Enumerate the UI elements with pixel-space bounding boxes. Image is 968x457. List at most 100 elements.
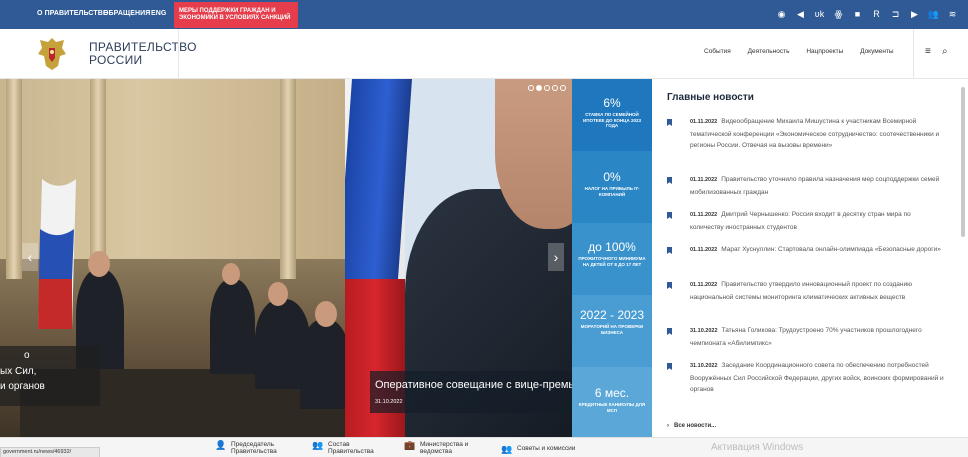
vk-icon[interactable]: ʋk [810, 7, 829, 21]
nav-events[interactable]: События [704, 48, 731, 55]
camera-icon[interactable]: ◉ [772, 7, 791, 21]
about-government-link[interactable]: О ПРАВИТЕЛЬСТВЕ [37, 10, 108, 17]
stat-inspection-moratorium[interactable]: 2022 - 2023 МОРАТОРИЙ НА ПРОВЕРКИ БИЗНЕС… [572, 295, 652, 367]
government-members-link[interactable]: 👥 Состав Правительства [312, 441, 374, 456]
rss-icon[interactable]: ≋ [943, 7, 962, 21]
caption-line: и органов [0, 381, 45, 392]
person-icon: 👤 [215, 440, 227, 450]
stat-label: СТАВКА ПО СЕМЕЙНОЙ ИПОТЕКЕ ДО КОНЦА 2023… [583, 112, 641, 128]
link-label: Состав [328, 441, 350, 448]
bookmark-icon [667, 363, 672, 370]
carousel-dots [528, 85, 566, 91]
appeals-link[interactable]: ОБРАЩЕНИЯ [103, 10, 150, 17]
stat-it-tax[interactable]: 0% НАЛОГ НА ПРИБЫЛЬ IT-КОМПАНИЙ [572, 151, 652, 223]
slide-current[interactable]: Оперативное совещание с вице-премьерами … [345, 79, 572, 437]
carousel-dot[interactable] [552, 85, 558, 91]
link-label: Советы и комиссии [517, 445, 576, 452]
stat-child-benefits[interactable]: до 100% ПРОЖИТОЧНОГО МИНИМУМА НА ДЕТЕЙ О… [572, 223, 652, 295]
news-date: 31.10.2022 [690, 328, 718, 334]
carousel-prev-arrow[interactable]: ‹ [22, 243, 38, 271]
top-news-panel: Главные новости 01.11.2022 Видеообращение… [652, 79, 968, 437]
nav-activity[interactable]: Деятельность [748, 48, 790, 55]
news-text[interactable]: Дмитрий Чернышенко: Россия входит в деся… [690, 211, 911, 231]
stat-family-mortgage[interactable]: 6% СТАВКА ПО СЕМЕЙНОЙ ИПОТЕКЕ ДО КОНЦА 2… [572, 79, 652, 151]
carousel-dot[interactable] [528, 85, 534, 91]
carousel-next-arrow[interactable]: › [548, 243, 564, 271]
person-head [88, 251, 110, 277]
carousel-dot[interactable] [560, 85, 566, 91]
stat-credit-holidays[interactable]: 6 мес. КРЕДИТНЫЕ КАНИКУЛЫ ДЛЯ МСП [572, 367, 652, 437]
stat-label: КРЕДИТНЫЕ КАНИКУЛЫ ДЛЯ МСП [578, 402, 646, 413]
link-label: Правительства [328, 448, 374, 455]
menu-icon[interactable]: ≡ [925, 46, 931, 57]
link-label: Председатель [231, 441, 275, 448]
group-icon: 👥 [312, 440, 324, 450]
news-heading: Главные новости [667, 92, 754, 103]
news-text[interactable]: Марат Хуснуллин: Стартовала онлайн-олимп… [721, 246, 941, 253]
bookmark-icon [667, 328, 672, 335]
news-date: 01.11.2022 [690, 177, 718, 183]
stat-value: 6 мес. [594, 386, 630, 400]
news-text[interactable]: Правительство уточнило правила назначени… [690, 176, 939, 196]
scrollbar[interactable] [961, 87, 965, 237]
news-text[interactable]: Татьяна Голикова: Трудоустроено 70% учас… [690, 327, 922, 347]
dzen-icon[interactable]: ■ [848, 7, 867, 21]
person-head [315, 301, 337, 327]
nav-national-projects[interactable]: Нацпроекты [806, 48, 843, 55]
ministries-link[interactable]: 💼 Министерства и ведомства [404, 441, 469, 456]
news-date: 31.10.2022 [690, 363, 718, 369]
news-date: 01.11.2022 [690, 212, 718, 218]
link-label: ведомства [420, 448, 452, 455]
nav-documents[interactable]: Документы [860, 48, 894, 55]
rutube-icon[interactable]: R [867, 7, 886, 21]
news-date: 01.11.2022 [690, 119, 718, 125]
link-label: Министерства и [420, 441, 469, 448]
bookmark-icon [667, 282, 672, 289]
link-label: Правительства [231, 448, 277, 455]
chevron-right-icon: › [667, 423, 669, 429]
windows-activation-watermark: Активация Windows [711, 442, 804, 453]
rutube-alt-icon[interactable]: ⊐ [886, 7, 905, 21]
site-header: ПРАВИТЕЛЬСТВО РОССИИ События Деятельност… [0, 29, 968, 79]
bookmark-icon [667, 247, 672, 254]
bookmark-icon [667, 212, 672, 219]
chairman-link[interactable]: 👤 Председатель Правительства [215, 441, 277, 456]
russia-emblem-icon[interactable] [36, 36, 68, 72]
column [90, 79, 106, 279]
stat-label: ПРОЖИТОЧНОГО МИНИМУМА НА ДЕТЕЙ ОТ 8 ДО 1… [578, 256, 646, 267]
stat-label: НАЛОГ НА ПРИБЫЛЬ IT-КОМПАНИЙ [584, 186, 640, 197]
youtube-icon[interactable]: ▶ [905, 7, 924, 21]
carousel-dot-active[interactable] [536, 85, 542, 91]
slide-title: Оперативное совещание с вице-премьерами [375, 379, 572, 391]
council-icon: 👥 [501, 444, 513, 454]
sanctions-support-button[interactable]: МЕРЫ ПОДДЕРЖКИ ГРАЖДАН И ЭКОНОМИКИ В УСЛ… [174, 2, 298, 28]
flag-red-stripe [345, 279, 405, 437]
column [280, 79, 296, 279]
search-icon[interactable]: ⌕ [942, 46, 948, 57]
carousel-dot[interactable] [544, 85, 550, 91]
person-head [222, 263, 240, 285]
news-date: 01.11.2022 [690, 247, 718, 253]
hero-carousel: о ых Сил, и органов ‹ Оперативное совеща… [0, 79, 652, 437]
councils-link[interactable]: 👥 Советы и комиссии [501, 445, 576, 454]
site-title[interactable]: ПРАВИТЕЛЬСТВО РОССИИ [89, 41, 197, 67]
slide-meeting-photo[interactable]: о ых Сил, и органов ‹ [0, 79, 345, 437]
news-text[interactable]: Заседание Координационного совета по обе… [690, 362, 944, 393]
bookmark-icon [667, 119, 672, 126]
news-text[interactable]: Видеообращение Михаила Мишустина к участ… [690, 118, 939, 149]
caption-line: ых Сил, [0, 366, 37, 377]
all-news-link[interactable]: › Все новости... [667, 423, 716, 429]
english-link[interactable]: ENG [151, 10, 166, 17]
slide-caption[interactable]: Оперативное совещание с вице-премьерами … [370, 371, 572, 413]
person [300, 319, 345, 409]
news-text[interactable]: Правительство утвердило инновационный пр… [690, 281, 912, 301]
divider [913, 29, 914, 79]
telegram-icon[interactable]: ◀ [791, 7, 810, 21]
users-icon[interactable]: 👥 [924, 7, 943, 21]
russian-flag-icon [38, 179, 76, 329]
main-nav: События Деятельность Нацпроекты Документ… [704, 48, 909, 55]
column [6, 79, 22, 279]
slide-caption[interactable]: о ых Сил, и органов [0, 346, 100, 406]
top-bar: О ПРАВИТЕЛЬСТВЕ ОБРАЩЕНИЯ ENG МЕРЫ ПОДДЕ… [0, 0, 968, 29]
ok-icon[interactable]: ꙮ [829, 7, 848, 21]
